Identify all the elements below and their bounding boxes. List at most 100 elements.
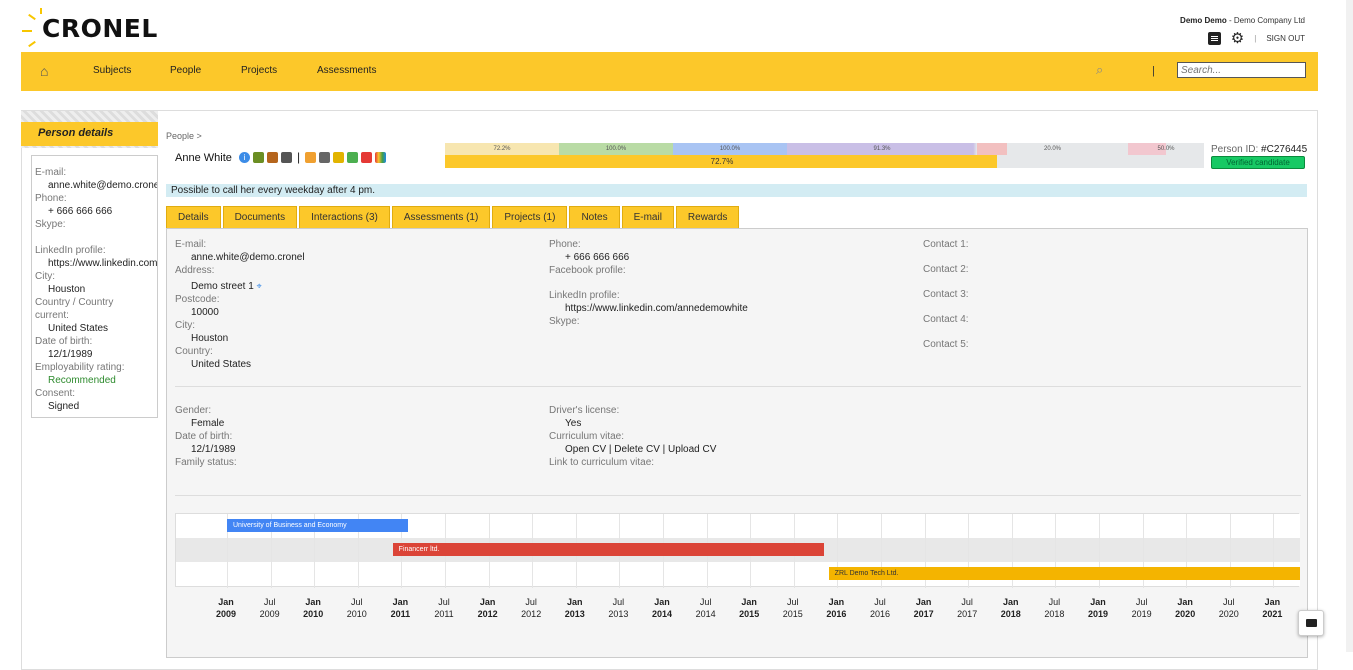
users-group-icon[interactable] [267,151,278,163]
phone-label: Phone: [549,239,581,250]
chat-button[interactable] [1298,610,1324,636]
license-value: Yes [565,418,582,429]
contact-3-label: Contact 3: [923,289,969,300]
sb-linkedin-value[interactable]: https://www.linkedin.com/annedemowhite [35,257,157,270]
overall-progress-label: 72.7% [710,157,734,166]
cv-actions: Open CV | Delete CV | Upload CV [565,443,716,456]
user-company: - Demo Company Ltd [1226,16,1305,25]
city-label: City: [175,320,195,331]
timeline-tick-label: Jul 2011 [434,597,454,619]
sb-skype-value [35,231,157,244]
timeline-tick-label: Jan 2016 [826,597,847,619]
timeline-bar[interactable]: University of Business and Economy [227,519,409,532]
postcode-value: 10000 [191,307,219,318]
timeline-tick-label: Jul 2019 [1131,597,1152,619]
info-icon[interactable]: i [239,151,250,163]
stats-icon[interactable] [375,151,387,163]
person-details-box: E-mail: anne.white@demo.cronel Phone: + … [31,155,158,418]
timeline-tick-label: Jul 2012 [521,597,542,619]
sb-city-value: Houston [48,284,86,295]
notes-icon[interactable] [1207,32,1221,45]
timeline-tick-label: Jul 2009 [259,597,280,619]
open-cv-link[interactable]: Open CV [565,444,606,455]
cv-separator: | [659,444,669,455]
home-icon[interactable]: ⌂ [40,63,48,79]
email-value[interactable]: anne.white@demo.cronel [191,251,305,264]
timeline-tick-label: Jan 2011 [390,597,411,619]
linkedin-label: LinkedIn profile: [549,290,620,301]
map-pin-icon[interactable]: ⌖ [257,281,262,291]
sidebar-header: Person details [21,111,158,148]
top-separator: | [1254,34,1257,43]
dob-value: 12/1/1989 [191,444,236,455]
progress-segment: 50.0% [1128,143,1204,155]
tab-interactions[interactable]: Interactions (3) [299,206,390,228]
nav-subjects[interactable]: Subjects [93,65,131,76]
sb-city-label: City: [35,271,55,282]
timeline-bar[interactable]: ZRL Demo Tech Ltd. [828,567,1300,580]
sb-phone-value: + 666 666 666 [48,206,113,217]
timeline-tick-label: Jul 2016 [869,597,891,619]
sb-email-label: E-mail: [35,167,67,178]
sb-skype-label: Skype: [35,219,66,230]
brand-name: CRONEL [42,14,158,43]
scrollbar[interactable] [1346,0,1353,652]
tab-notes[interactable]: Notes [569,206,620,228]
divider [175,386,1301,387]
tab-rewards[interactable]: Rewards [675,206,740,228]
nav-projects[interactable]: Projects [241,65,277,76]
upload-cv-link[interactable]: Upload CV [668,444,716,455]
address-text: Demo street 1 [191,281,254,292]
tab-email[interactable]: E-mail [621,206,674,228]
contact-4-label: Contact 4: [923,314,969,325]
download-icon[interactable] [347,151,359,163]
sb-country-value: United States [48,323,109,334]
delete-cv-link[interactable]: Delete CV [614,444,660,455]
linkedin-value[interactable]: https://www.linkedin.com/annedemowhite [565,302,748,315]
dob-label: Date of birth: [175,431,233,442]
timeline-tick-label: Jul 2010 [346,597,367,619]
user-info: Demo Demo - Demo Company Ltd [1180,16,1305,25]
forward-icon[interactable] [305,151,317,163]
timeline-tick-label: Jan 2021 [1262,597,1283,619]
search-icon[interactable]: ⌕ [1096,62,1103,78]
separator-icon: | [297,150,301,164]
search-input[interactable] [1177,62,1306,78]
nav-assessments[interactable]: Assessments [317,65,376,76]
progress-segment: 20.0% [977,143,1128,155]
tab-projects[interactable]: Projects (1) [492,206,568,228]
gear-icon[interactable]: ⚙ [1231,31,1244,46]
verified-badge: Verified candidate [1211,156,1305,169]
country-value: United States [191,359,252,370]
users-icon[interactable] [253,151,264,163]
key-icon[interactable] [333,151,345,163]
email-label: E-mail: [175,239,207,250]
contact-1-label: Contact 1: [923,239,969,250]
nav-separator: | [1152,65,1155,77]
tab-assessments[interactable]: Assessments (1) [391,206,491,228]
cronel-logo[interactable]: CRONEL [22,8,162,48]
sb-email-value[interactable]: anne.white@demo.cronel [35,179,157,192]
sidebar-title: Person details [38,127,114,139]
breadcrumb[interactable]: People > [166,131,202,141]
timeline-tick-label: Jul 2020 [1218,597,1239,619]
nav-people[interactable]: People [170,65,201,76]
person-name: Anne White [175,152,232,164]
delete-icon[interactable] [361,151,373,163]
career-timeline: University of Business and Economy Financ… [175,513,1300,588]
address-value: Demo street 1 ⌖ [191,280,262,293]
users-add-icon[interactable] [281,151,292,163]
print-icon[interactable] [319,151,331,163]
phone-value: + 666 666 666 [565,252,630,263]
sb-country-label: Country / Country current: [35,297,114,321]
sb-phone-label: Phone: [35,193,67,204]
sign-out-link[interactable]: SIGN OUT [1266,34,1305,43]
tab-details[interactable]: Details [166,206,221,228]
person-id-value: #C276445 [1261,144,1308,155]
timeline-tick-label: Jul 2013 [608,597,629,619]
tab-documents[interactable]: Documents [222,206,298,228]
timeline-tick-label: Jan 2012 [477,597,498,619]
timeline-bar[interactable]: Financerr ltd. [392,543,825,556]
person-note: Possible to call her every weekday after… [166,184,1307,197]
timeline-tick-label: Jan 2017 [913,597,934,619]
